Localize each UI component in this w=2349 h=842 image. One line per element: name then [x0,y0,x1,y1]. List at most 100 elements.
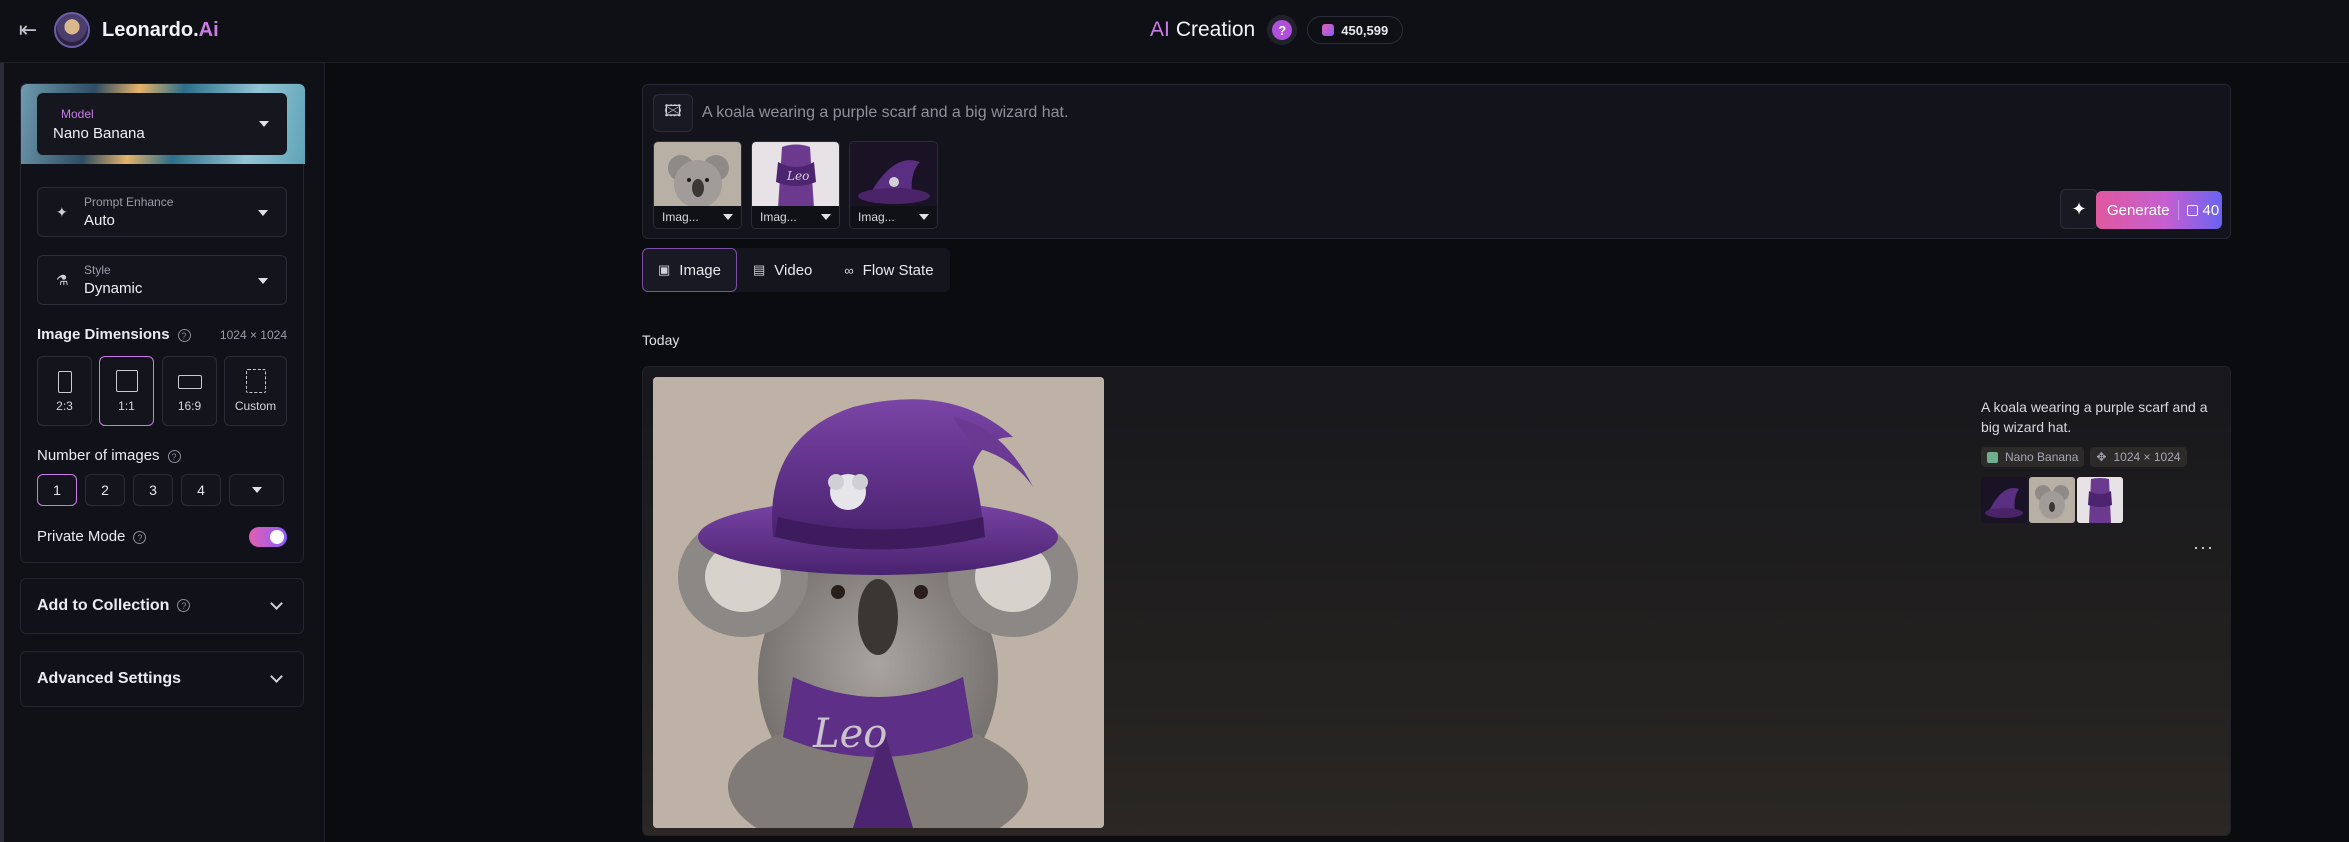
svg-text:Leo: Leo [786,169,809,183]
prompt-enhance-label: Prompt Enhance [84,195,174,209]
image-ref-label[interactable]: Imag... [752,206,839,228]
top-left-group: ⇤ Leonardo.Ai [6,0,219,60]
logo-avatar[interactable] [54,12,90,48]
aspect-1-1-button[interactable]: 1:1 [99,356,154,426]
aspect-16-9-button[interactable]: 16:9 [162,356,217,426]
number-of-images-group: 1 2 3 4 [37,474,287,506]
creation-mode-tabs: ▣ Image ▤ Video ∞ Flow State [642,248,950,292]
style-label: Style [84,263,111,277]
custom-size-icon [245,369,266,393]
info-icon[interactable]: ? [133,530,147,544]
add-to-collection-accordion[interactable]: Add to Collection? [20,578,304,634]
style-dropdown[interactable]: ⚗ Style Dynamic [37,255,287,305]
token-icon [2186,204,2198,216]
image-dimensions-heading: Image Dimensions? [37,326,191,343]
chevron-down-icon [259,121,269,127]
chevron-down-icon [258,278,268,284]
info-icon[interactable]: ? [177,599,191,613]
generated-image[interactable]: Leo [653,377,1104,828]
question-icon: ? [1272,20,1293,40]
aspect-2-3-button[interactable]: 2:3 [37,356,92,426]
info-icon[interactable]: ? [177,328,191,342]
chevron-down-icon [258,210,268,216]
feed-section-label: Today [642,332,680,348]
portrait-icon [57,371,72,393]
generate-label: Generate [2107,201,2170,219]
more-options-icon[interactable]: ··· [2193,537,2214,558]
model-icon [1987,451,1998,463]
model-chip: Nano Banana [1981,447,2085,467]
count-1-button[interactable]: 1 [37,474,77,506]
image-ref-label[interactable]: Imag... [654,206,741,228]
generation-meta: Nano Banana ✥ 1024 × 1024 [1981,447,2193,467]
private-mode-toggle[interactable] [249,527,287,547]
tab-flow-state[interactable]: ∞ Flow State [828,248,949,292]
brand-name[interactable]: Leonardo.Ai [102,19,219,42]
prompt-input[interactable]: A koala wearing a purple scarf and a big… [702,104,1068,122]
chevron-down-icon [270,597,283,610]
image-dimensions-value: 1024 × 1024 [219,328,287,342]
top-bar: ⇤ Leonardo.Ai AI Creation ? 450,599 [0,0,2349,63]
image-ref-thumb-koala[interactable]: Imag... [653,141,742,229]
tab-image[interactable]: ▣ Image [642,248,737,292]
image-icon: 🖾 [664,102,682,120]
dimensions-chip: ✥ 1024 × 1024 [2090,447,2187,467]
model-selector-banner: Model Nano Banana [21,84,305,164]
count-4-button[interactable]: 4 [181,474,221,506]
token-icon [1322,24,1335,36]
generation-reference-images [1981,477,2123,523]
generate-button[interactable]: Generate 40 [2096,191,2222,229]
video-icon: ▤ [753,262,766,277]
prompt-enhance-dropdown[interactable]: ✦ Prompt Enhance Auto [37,187,287,237]
top-center-group: AI Creation ? 450,599 [1150,0,1404,60]
flask-icon: ⚗ [56,272,69,288]
prompt-improve-button[interactable]: ✦ [2060,189,2098,229]
landscape-icon [177,375,202,389]
count-2-button[interactable]: 2 [85,474,125,506]
page-title: AI Creation [1150,18,1256,41]
reference-thumb-scarf[interactable] [2077,477,2123,523]
count-3-button[interactable]: 3 [133,474,173,506]
generation-prompt: A koala wearing a purple scarf and a big… [1981,399,2208,435]
model-dropdown[interactable]: Model Nano Banana [37,93,287,155]
add-image-button[interactable]: 🖾 [653,94,693,132]
divider [2177,200,2179,220]
scarf-lettering: Leo [812,711,887,757]
reference-thumb-koala[interactable] [2029,477,2075,523]
tab-video[interactable]: ▤ Video [737,248,828,292]
style-value: Dynamic [84,280,143,297]
aspect-ratio-group: 2:3 1:1 16:9 Custom [37,356,287,426]
image-icon: ▣ [658,262,671,277]
image-ref-thumb-hat[interactable]: Imag... [849,141,938,229]
model-value: Nano Banana [53,125,145,142]
advanced-settings-accordion[interactable]: Advanced Settings [20,651,304,707]
square-icon [115,370,138,392]
private-mode-label: Private Mode? [37,528,147,545]
image-ref-thumb-scarf[interactable]: Leo Imag... [751,141,840,229]
settings-sidebar: Model Nano Banana ✦ Prompt Enhance Auto … [0,63,325,842]
prompt-box: 🖾 A koala wearing a purple scarf and a b… [642,84,2231,239]
generation-card: Leo A koala wearing a purple scarf and a… [642,366,2231,836]
chevron-down-icon [919,214,929,220]
chevron-down-icon [251,487,262,493]
hat-thumbnail [850,142,937,208]
sparkle-icon: ✦ [2071,198,2087,219]
image-ref-label[interactable]: Imag... [850,206,937,228]
add-to-collection-label: Add to Collection? [37,597,191,615]
aspect-custom-button[interactable]: Custom [224,356,287,426]
scarf-thumbnail: Leo [752,142,839,208]
sidebar-edge [0,63,4,842]
collapse-sidebar-icon[interactable]: ⇤ [6,8,50,52]
move-icon: ✥ [2096,450,2107,464]
token-balance[interactable]: 450,599 [1307,16,1404,44]
advanced-settings-label: Advanced Settings [37,670,182,687]
koala-thumbnail [654,142,741,208]
koala-wizard-image: Leo [653,377,1104,828]
chevron-down-icon [270,670,283,683]
help-button[interactable]: ? [1267,15,1298,45]
info-icon[interactable]: ? [167,449,181,463]
reference-thumb-hat[interactable] [1981,477,2027,523]
chevron-down-icon [723,214,733,220]
more-counts-dropdown[interactable] [229,474,284,506]
prompt-enhance-value: Auto [84,212,115,229]
